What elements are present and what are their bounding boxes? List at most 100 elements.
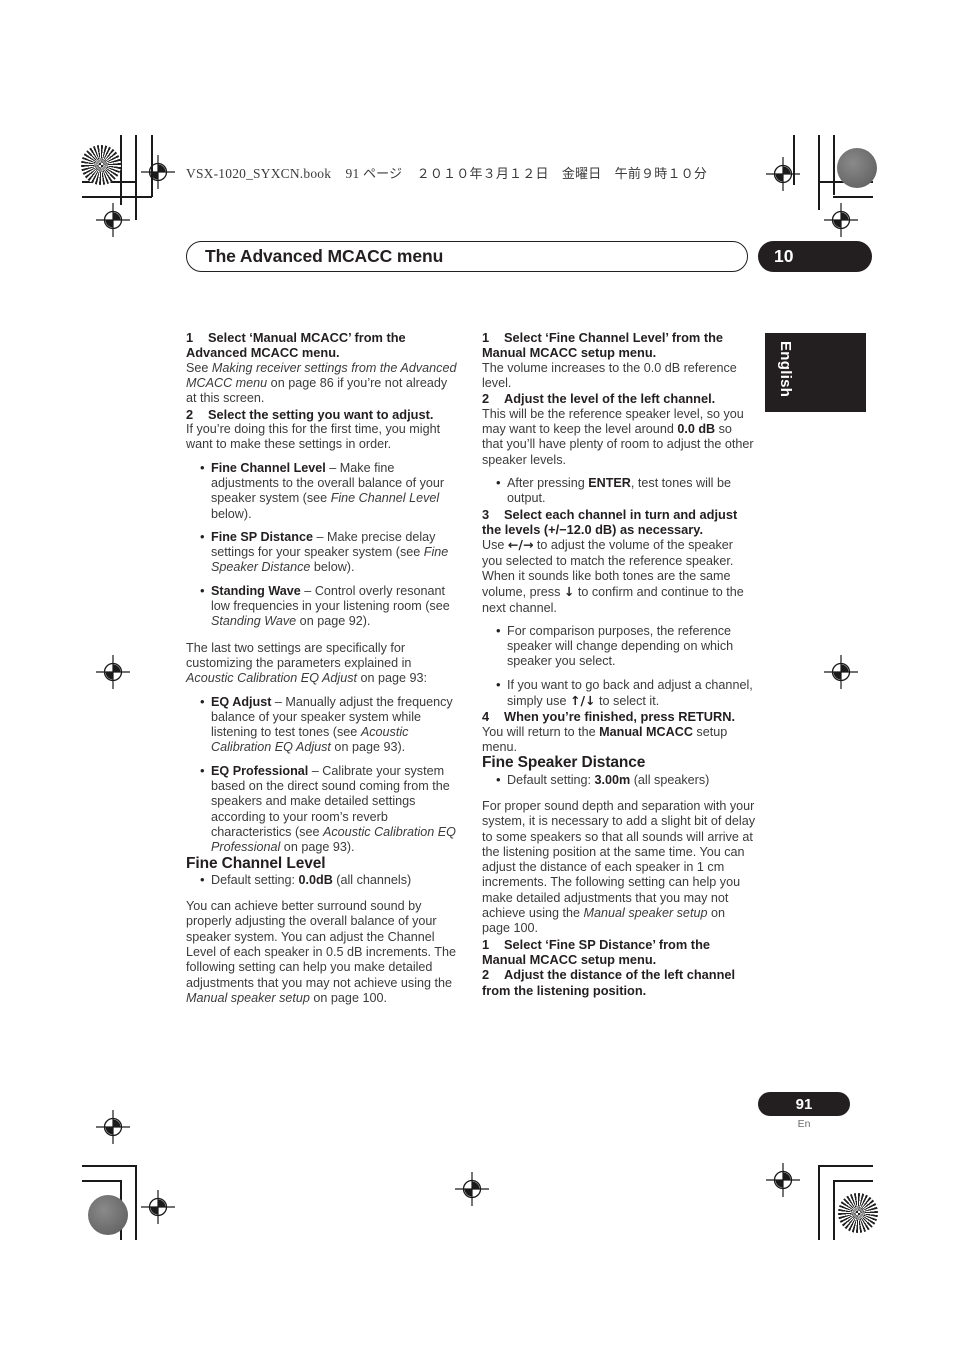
cross-reference: Manual speaker setup xyxy=(186,990,310,1005)
body-part: on page 92). xyxy=(296,614,371,629)
page-language-code: En xyxy=(797,1118,811,1130)
list-item: EQ Professional – Calibrate your system … xyxy=(200,763,460,856)
left-right-arrow-icon: ←/→ xyxy=(507,537,534,553)
default-setting-list: Default setting: 0.0dB (all channels) xyxy=(186,872,460,888)
section-heading: Fine Channel Level xyxy=(186,854,326,872)
step-heading: 1 Select ‘Manual MCACC’ from the Advanced… xyxy=(186,330,460,361)
up-down-arrow-icon: ↑/↓ xyxy=(570,693,596,709)
print-rosette-icon xyxy=(81,145,121,185)
body-part: Use xyxy=(482,538,508,553)
list-item: Default setting: 0.0dB (all channels) xyxy=(200,872,460,888)
step-heading-text: Select ‘Fine Channel Level’ from the Man… xyxy=(482,330,724,361)
paragraph: For proper sound depth and separation wi… xyxy=(482,799,756,937)
step3-note-list: For comparison purposes, the reference s… xyxy=(482,623,756,709)
list-item: Standing Wave – Control overly resonant … xyxy=(200,583,460,630)
list-item: For comparison purposes, the reference s… xyxy=(496,623,756,670)
print-rosette-icon xyxy=(838,1193,878,1233)
step-body: If you’re doing this for the first time,… xyxy=(186,422,441,452)
step-heading-text: Select each channel in turn and adjust t… xyxy=(482,506,738,537)
step-number: 4 xyxy=(482,709,490,725)
step-number: 3 xyxy=(482,506,490,522)
language-side-tab-label: English xyxy=(777,341,794,398)
step-heading: 4 When you’re finished, press RETURN. xyxy=(482,709,756,724)
setting-term: EQ Adjust xyxy=(211,694,272,709)
book-page-unit: ページ xyxy=(362,167,403,182)
chapter-header-bar: The Advanced MCACC menu xyxy=(186,241,748,272)
chapter-number-badge: 10 xyxy=(758,241,872,272)
page-number-badge: 91 xyxy=(758,1092,850,1116)
step-body: Use ←/→ to adjust the volume of the spea… xyxy=(482,537,756,615)
step-heading-text: Adjust the level of the left channel. xyxy=(504,391,716,407)
left-text-column: 1 Select ‘Manual MCACC’ from the Advanced… xyxy=(186,330,460,1006)
body-part: on page 100. xyxy=(309,990,387,1005)
body-part: See xyxy=(186,360,212,375)
crop-line xyxy=(135,135,137,220)
default-suffix: (all speakers) xyxy=(630,772,710,787)
registration-target-icon xyxy=(824,655,858,689)
default-label: Default setting: xyxy=(507,772,595,787)
body-part: to select it. xyxy=(595,694,660,709)
crop-line xyxy=(120,1180,122,1240)
step-heading: 2 Adjust the level of the left channel. xyxy=(482,391,756,406)
step-heading: 2 Adjust the distance of the left channel… xyxy=(482,967,756,998)
crop-line xyxy=(82,1180,122,1182)
body-part: After pressing xyxy=(507,476,589,490)
body-part: The last two settings are specifically f… xyxy=(186,640,412,670)
body-part: on page 93: xyxy=(357,671,428,686)
registration-target-icon xyxy=(455,1172,489,1206)
crop-line xyxy=(120,135,122,205)
step-heading: 1 Select ‘Fine SP Distance’ from the Manu… xyxy=(482,937,756,968)
step-number: 2 xyxy=(482,967,490,983)
step-heading: 3 Select each channel in turn and adjust … xyxy=(482,507,756,538)
default-setting-list: Default setting: 3.00m (all speakers) xyxy=(482,772,756,788)
default-value: 0.0dB xyxy=(298,872,333,887)
print-registration-marks xyxy=(0,0,954,1350)
section-heading: Fine Speaker Distance xyxy=(482,754,646,772)
registration-target-icon xyxy=(96,203,130,237)
step-number: 1 xyxy=(482,330,490,345)
button-name: ENTER xyxy=(588,476,631,490)
step-heading-text: Select the setting you want to adjust. xyxy=(208,406,434,422)
cross-reference: Fine Channel Level xyxy=(330,491,440,506)
book-file-info-line: VSX-1020_SYXCN.book 91 ページ ２０１０年３月１２日 金曜… xyxy=(186,163,707,182)
registration-target-icon xyxy=(824,203,858,237)
registration-target-icon xyxy=(96,655,130,689)
crop-line xyxy=(82,196,152,198)
crop-line xyxy=(833,1180,835,1240)
body-part: You can achieve better surround sound by… xyxy=(186,899,456,990)
cross-reference: Acoustic Calibration EQ Adjust xyxy=(186,671,358,686)
list-item: EQ Adjust – Manually adjust the frequenc… xyxy=(200,694,460,756)
step-heading: 2 Select the setting you want to adjust. xyxy=(186,407,460,422)
step-heading: 1 Select ‘Fine Channel Level’ from the Ma… xyxy=(482,330,756,361)
down-arrow-icon: ↓ xyxy=(563,584,575,600)
registration-target-icon xyxy=(766,157,800,191)
crop-line xyxy=(833,135,835,195)
emphasis-value: 0.0 dB xyxy=(677,422,716,437)
setting-term: EQ Professional xyxy=(211,763,309,778)
crop-line xyxy=(82,181,137,183)
right-text-column: 1 Select ‘Fine Channel Level’ from the Ma… xyxy=(482,330,756,998)
registration-target-icon xyxy=(141,1190,175,1224)
menu-name: Manual MCACC xyxy=(599,724,693,739)
eq-settings-bullet-list: EQ Adjust – Manually adjust the frequenc… xyxy=(186,694,460,856)
default-value: 3.00m xyxy=(594,772,631,787)
step-heading-text: When you’re finished, press RETURN. xyxy=(504,709,736,725)
settings-bullet-list: Fine Channel Level – Make fine adjustmen… xyxy=(186,460,460,630)
step-heading-text: Select ‘Manual MCACC’ from the Advanced … xyxy=(186,330,406,361)
crop-line xyxy=(151,135,153,197)
print-rosette-icon xyxy=(837,148,877,188)
cross-reference: Standing Wave xyxy=(211,614,297,629)
step-number: 1 xyxy=(186,330,194,345)
body-part: on page 93). xyxy=(280,840,355,855)
step-body: You will return to the Manual MCACC setu… xyxy=(482,725,756,756)
book-filename: VSX-1020_SYXCN.book xyxy=(186,166,332,181)
list-item: Default setting: 3.00m (all speakers) xyxy=(496,772,756,788)
setting-term: Standing Wave xyxy=(211,583,301,598)
step-number: 2 xyxy=(186,406,194,422)
list-item: Fine Channel Level – Make fine adjustmen… xyxy=(200,460,460,522)
setting-term: Fine Channel Level xyxy=(211,460,326,475)
step-heading-text: Adjust the distance of the left channel … xyxy=(482,967,736,998)
step-heading-text: Select ‘Fine SP Distance’ from the Manua… xyxy=(482,936,711,968)
book-page-number: 91 xyxy=(345,166,360,181)
crop-line xyxy=(818,135,820,210)
